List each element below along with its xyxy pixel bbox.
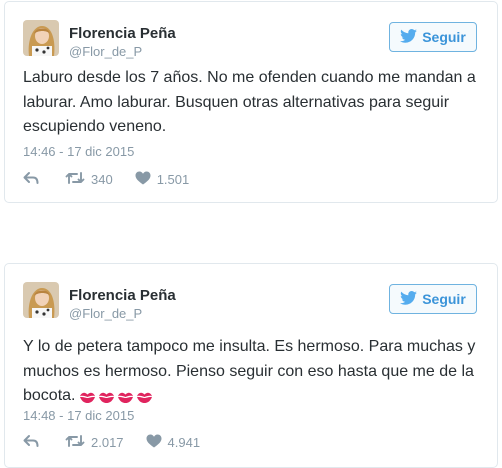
tweet-text: Laburo desde los 7 años. No me ofenden c… [23,69,476,135]
tweet-actions: 340 1.501 [23,168,189,190]
twitter-bird-icon [400,290,418,308]
avatar[interactable] [23,20,59,56]
kiss-mark-icon [99,392,115,403]
tweet-text: Y lo de petera tampoco me insulta. Es he… [23,335,483,409]
retweet-count: 340 [91,171,113,187]
author-name[interactable]: Florencia Peña [69,287,176,304]
like-count: 4.941 [167,434,201,450]
tweet-header: Florencia Peña @Flor_de_P Seguir [5,2,497,62]
kiss-mark-icon [80,392,96,403]
tweet-card: Florencia Peña @Flor_de_P Seguir Y lo de… [4,263,498,468]
follow-label: Seguir [422,291,466,307]
twitter-bird-icon [400,28,418,46]
author-handle[interactable]: @Flor_de_P [69,44,142,59]
reply-button[interactable] [23,434,39,451]
kiss-mark-icon [118,392,134,403]
retweet-button[interactable]: 2.017 [65,434,124,451]
follow-button[interactable]: Seguir [389,284,477,314]
reply-button[interactable] [23,171,39,188]
tweet-card: Florencia Peña @Flor_de_P Seguir Laburo … [4,1,498,203]
follow-button[interactable]: Seguir [389,22,477,52]
like-count: 1.501 [156,171,190,187]
kiss-emoji-group [79,391,153,404]
kiss-mark-icon [137,392,153,403]
tweet-actions: 2.017 4.941 [23,431,200,453]
heart-icon [146,434,162,451]
reply-icon [23,434,39,451]
author-name[interactable]: Florencia Peña [69,25,176,42]
retweet-icon [65,434,85,451]
retweet-button[interactable]: 340 [65,171,113,188]
tweet-header: Florencia Peña @Flor_de_P Seguir [5,264,497,324]
retweet-count: 2.017 [91,434,124,450]
tweet-timestamp[interactable]: 14:48 - 17 dic 2015 [23,408,134,423]
heart-icon [135,171,151,188]
author-handle[interactable]: @Flor_de_P [69,306,142,321]
reply-icon [23,171,39,188]
avatar[interactable] [23,282,59,318]
like-button[interactable]: 1.501 [135,171,190,188]
like-button[interactable]: 4.941 [146,434,201,451]
follow-label: Seguir [422,29,466,45]
tweet-timestamp[interactable]: 14:46 - 17 dic 2015 [23,144,134,159]
retweet-icon [65,171,85,188]
